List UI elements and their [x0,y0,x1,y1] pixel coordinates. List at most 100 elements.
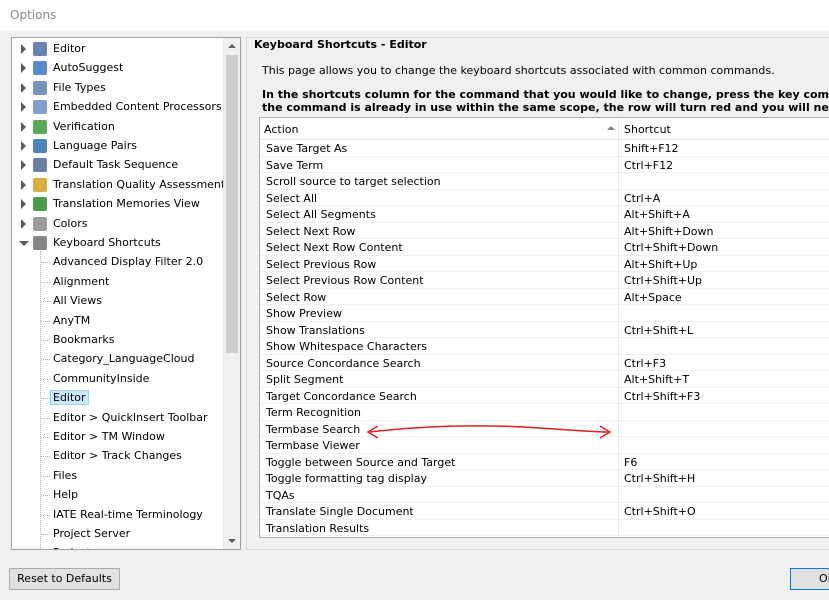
table-row[interactable]: Translation Results [260,519,829,536]
shortcut-cell[interactable]: Shift+F12 [624,142,679,155]
shortcut-cell[interactable]: Ctrl+A [624,192,660,205]
tree-item[interactable]: Project Server [12,525,224,544]
tree-item[interactable]: File Types [12,79,224,98]
table-row[interactable]: Select Next Row Content Ctrl+Shift+Down [260,239,829,256]
collapsed-arrow-icon[interactable] [21,121,26,132]
tree-item[interactable]: Language Pairs [12,137,224,156]
instructions-line-1: In the shortcuts column for the command … [262,88,829,101]
table-row[interactable]: Save Target As Shift+F12 [260,140,829,157]
column-separator [618,222,619,238]
table-row[interactable]: Select All Segments Alt+Shift+A [260,206,829,223]
table-row[interactable]: Toggle between Source and Target F6 [260,453,829,470]
tree-item[interactable]: All Views [12,292,224,311]
expanded-arrow-icon[interactable] [19,241,29,246]
action-cell: Select Previous Row [266,257,377,271]
shortcut-cell[interactable]: Alt+Shift+A [624,208,690,221]
column-separator [618,354,619,370]
tree-item[interactable]: Editor > QuickInsert Toolbar [12,409,224,428]
tree-item[interactable]: IATE Real-time Terminology [12,506,224,525]
table-row[interactable]: Target Concordance Search Ctrl+Shift+F3 [260,387,829,404]
table-row[interactable]: Select Previous Row Alt+Shift+Up [260,255,829,272]
column-separator [618,503,619,519]
tree-item-label: Default Task Sequence [53,158,179,172]
table-row[interactable]: Select All Ctrl+A [260,189,829,206]
collapsed-arrow-icon[interactable] [21,82,26,93]
column-header-shortcut[interactable]: Shortcut [624,123,671,136]
collapsed-arrow-icon[interactable] [21,44,26,54]
table-row[interactable]: Select Row Alt+Space [260,288,829,305]
shortcut-cell[interactable]: Ctrl+Shift+H [624,472,695,485]
table-row[interactable]: Source Concordance Search Ctrl+F3 [260,354,829,371]
reset-to-defaults-button[interactable]: Reset to Defaults [9,568,120,590]
table-row[interactable]: Show Whitespace Characters [260,338,829,355]
shortcut-cell[interactable]: Alt+Shift+Down [624,225,714,238]
column-separator [618,519,619,535]
table-row[interactable]: Show Preview [260,305,829,322]
shortcut-cell[interactable]: Alt+Space [624,291,682,304]
scroll-up-icon[interactable] [228,44,236,48]
tree-item[interactable]: Translation Memories View [12,195,224,214]
tree-item[interactable]: Embedded Content Processors [12,98,224,117]
tree-item[interactable]: Editor [12,389,224,408]
tree-item[interactable]: Editor > Track Changes [12,447,224,466]
collapsed-arrow-icon[interactable] [21,102,26,113]
shortcuts-grid[interactable]: Action Shortcut Save Target As Shift+F12 S… [259,117,829,538]
table-row[interactable]: Toggle formatting tag display Ctrl+Shift+… [260,470,829,487]
shortcut-cell[interactable]: F6 [624,456,637,469]
tree-item[interactable]: Files [12,467,224,486]
scroll-thumb[interactable] [226,55,238,353]
tree-item[interactable]: Advanced Display Filter 2.0 [12,253,224,272]
ok-button[interactable]: OK [790,568,829,590]
tree-item[interactable]: Alignment [12,273,224,292]
table-row[interactable]: Translate Single Document Ctrl+Shift+O [260,503,829,520]
tree-item[interactable]: CommunityInside [12,370,224,389]
scroll-down-icon[interactable] [228,539,236,543]
column-header-action[interactable]: Action [264,123,298,136]
shortcut-cell[interactable]: Alt+Shift+T [624,373,689,386]
tree-item[interactable]: AnyTM [12,312,224,331]
action-cell: Select Previous Row Content [266,274,424,287]
tree-item[interactable]: Colors [12,215,224,234]
grid-header: Action Shortcut [260,118,829,140]
shortcut-cell[interactable]: Ctrl+Shift+L [624,324,693,337]
tree-item[interactable]: Translation Quality Assessment [12,176,225,195]
action-cell: TQAs [266,488,295,502]
tree-item[interactable]: Editor [12,40,224,59]
table-row[interactable]: Split Segment Alt+Shift+T [260,371,829,388]
collapsed-arrow-icon[interactable] [21,141,26,151]
table-row[interactable]: Scroll source to target selection [260,173,829,190]
tree-item[interactable]: Default Task Sequence [12,156,224,175]
table-row[interactable]: Show Translations Ctrl+Shift+L [260,321,829,338]
tree-item[interactable]: Projects [12,544,224,549]
shortcut-cell[interactable]: Ctrl+Shift+Up [624,274,702,287]
tree-item[interactable]: Verification [12,118,224,137]
tree-item[interactable]: Category_LanguageCloud [12,350,224,369]
action-cell: Save Term [266,158,324,172]
tree-scrollbar[interactable] [223,38,240,549]
shortcut-cell[interactable]: Alt+Shift+Up [624,258,697,271]
collapsed-arrow-icon[interactable] [21,63,26,74]
tree-connector [41,495,50,497]
tree-item[interactable]: Bookmarks [12,331,224,350]
tree-item[interactable]: Help [12,486,224,505]
page-description: This page allows you to change the keybo… [262,64,775,77]
collapsed-arrow-icon[interactable] [21,218,26,229]
table-row[interactable]: Save Term Ctrl+F12 [260,156,829,173]
table-row[interactable]: Term Recognition [260,404,829,421]
title-bar: Options [0,0,829,31]
tree-item[interactable]: Keyboard Shortcuts [12,234,224,253]
table-row[interactable]: TQAs [260,486,829,503]
shortcut-cell[interactable]: Ctrl+F12 [624,159,673,172]
shortcut-cell[interactable]: Ctrl+F3 [624,357,666,370]
tree-item[interactable]: AutoSuggest [12,59,224,78]
shortcut-cell[interactable]: Ctrl+Shift+Down [624,241,718,254]
tree-item[interactable]: Editor > TM Window [12,428,224,447]
shortcut-cell[interactable]: Ctrl+Shift+O [624,505,696,518]
collapsed-arrow-icon[interactable] [21,199,26,210]
collapsed-arrow-icon[interactable] [21,179,26,190]
table-row[interactable]: Select Next Row Alt+Shift+Down [260,222,829,239]
shortcut-cell[interactable]: Ctrl+Shift+F3 [624,390,700,403]
table-row[interactable]: Select Previous Row Content Ctrl+Shift+Up [260,272,829,289]
collapsed-arrow-icon[interactable] [21,160,26,171]
options-tree[interactable]: Editor AutoSuggest File Types Embedded Cont… [11,37,241,550]
